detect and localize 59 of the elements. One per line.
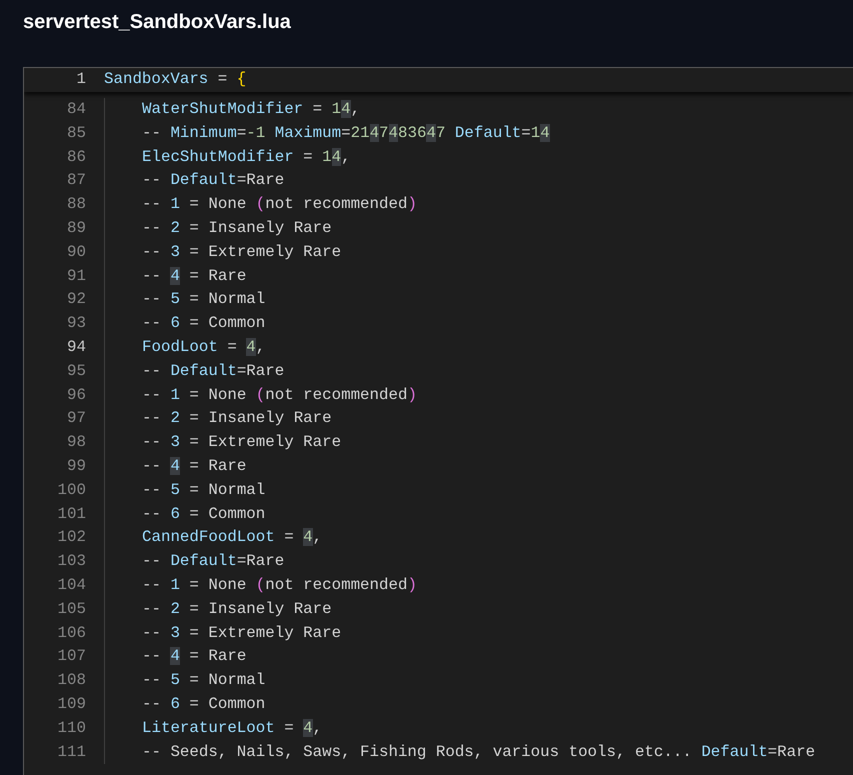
line-number: 90 bbox=[66, 242, 86, 263]
code-line: FoodLoot = 4, bbox=[142, 336, 266, 358]
code-line: -- Default=Rare bbox=[142, 360, 284, 382]
code-line: ElecShutModifier = 14, bbox=[142, 146, 351, 168]
line-number: 105 bbox=[56, 598, 86, 620]
code-line: -- Default=Rare bbox=[142, 170, 284, 192]
line-number: 95 bbox=[66, 360, 86, 382]
line-number: 97 bbox=[66, 408, 86, 430]
code-line: -- 2 = Insanely Rare bbox=[142, 598, 332, 620]
line-number: 104 bbox=[56, 574, 86, 596]
line-number: 1 bbox=[76, 69, 86, 90]
code-line: -- 3 = Extremely Rare bbox=[142, 432, 342, 454]
line-number: 85 bbox=[66, 122, 86, 144]
code-line: -- 1 = None (not recommended) bbox=[142, 384, 417, 406]
line-number: 93 bbox=[66, 313, 86, 334]
line-number: 106 bbox=[56, 622, 86, 644]
line-number: 103 bbox=[56, 551, 86, 572]
code-line: -- 5 = Normal bbox=[142, 480, 266, 501]
code-line: -- 3 = Extremely Rare bbox=[142, 622, 342, 644]
line-number: 88 bbox=[66, 194, 86, 216]
line-number: 91 bbox=[66, 266, 86, 287]
line-number: 96 bbox=[66, 384, 86, 406]
code-line: -- Minimum=-1 Maximum=2147483647 Default=14 bbox=[142, 122, 550, 144]
line-number: 102 bbox=[56, 527, 86, 548]
code-line: -- Default=Rare bbox=[142, 551, 284, 572]
code-line: -- 1 = None (not recommended) bbox=[142, 194, 417, 216]
line-number: 89 bbox=[66, 218, 86, 239]
line-number: 109 bbox=[56, 694, 86, 715]
line-number: 108 bbox=[56, 670, 86, 692]
code-line: -- 2 = Insanely Rare bbox=[142, 218, 332, 239]
code-line: SandboxVars = { bbox=[104, 69, 246, 90]
line-number: 94 bbox=[66, 336, 86, 358]
line-number: 99 bbox=[66, 456, 86, 477]
code-line: -- 5 = Normal bbox=[142, 289, 266, 310]
line-number: 84 bbox=[66, 99, 86, 120]
line-number: 86 bbox=[66, 146, 86, 168]
code-line: CannedFoodLoot = 4, bbox=[142, 527, 322, 548]
code-line: -- 3 = Extremely Rare bbox=[142, 242, 342, 263]
line-number: 110 bbox=[56, 718, 86, 739]
code-line: -- 4 = Rare bbox=[142, 456, 246, 477]
line-number: 98 bbox=[66, 432, 86, 454]
line-number: 101 bbox=[56, 504, 86, 525]
code-line: -- 6 = Common bbox=[142, 313, 266, 334]
code-line: -- 4 = Rare bbox=[142, 646, 246, 668]
code-line: -- Seeds, Nails, Saws, Fishing Rods, various tools, etc... Default=Rare bbox=[142, 742, 816, 763]
line-number: 107 bbox=[56, 646, 86, 668]
code-line: -- 2 = Insanely Rare bbox=[142, 408, 332, 430]
code-line: -- 1 = None (not recommended) bbox=[142, 574, 417, 596]
code-line: -- 6 = Common bbox=[142, 694, 266, 715]
code-line: -- 4 = Rare bbox=[142, 266, 246, 287]
line-number: 111 bbox=[56, 742, 86, 763]
line-number: 92 bbox=[66, 289, 86, 310]
line-number: 100 bbox=[56, 480, 86, 501]
file-title: servertest_SandboxVars.lua bbox=[22, 10, 292, 34]
code-line: -- 6 = Common bbox=[142, 504, 266, 525]
code-line: WaterShutModifier = 14, bbox=[142, 99, 360, 120]
code-line: -- 5 = Normal bbox=[142, 670, 266, 692]
code-line: LiteratureLoot = 4, bbox=[142, 718, 322, 739]
line-number: 87 bbox=[66, 170, 86, 192]
